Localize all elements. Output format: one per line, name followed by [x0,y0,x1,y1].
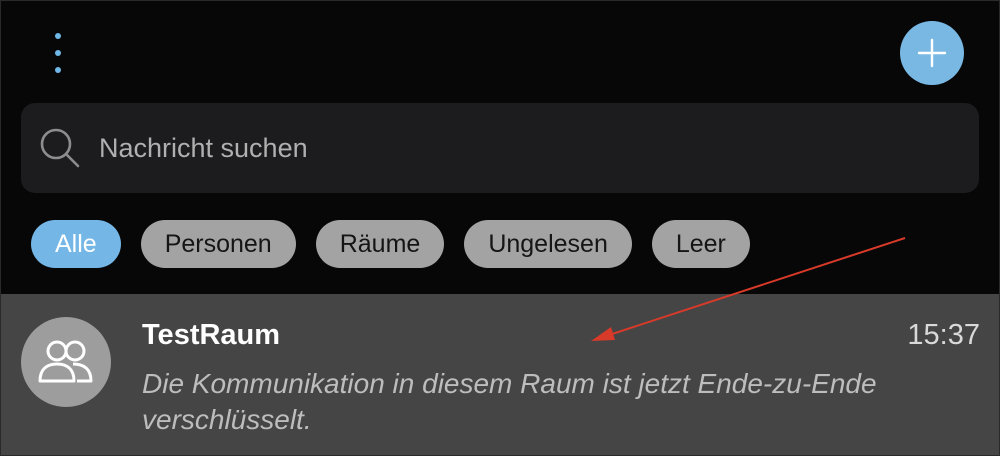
search-input[interactable] [97,131,901,165]
room-name: TestRaum [142,319,281,351]
people-icon [38,340,93,383]
search-icon [40,128,80,168]
add-button[interactable] [900,21,964,85]
menu-dot [55,33,61,39]
filter-chip-ungelesen[interactable]: Ungelesen [464,220,632,268]
room-avatar [21,317,111,407]
filter-chip-alle[interactable]: Alle [31,220,121,268]
menu-dot [55,67,61,73]
more-options-button[interactable] [45,31,71,75]
app-window: Alle Personen Räume Ungelesen Leer TestR… [0,0,1000,456]
filter-chip-leer[interactable]: Leer [651,220,750,268]
room-last-message: Die Kommunikation in diesem Raum ist jet… [142,368,877,435]
plus-icon [917,38,947,68]
room-timestamp: 15:37 [907,319,980,351]
search-bar[interactable] [21,103,979,193]
filter-chip-raeume[interactable]: Räume [315,220,445,268]
room-list-item[interactable]: TestRaum 15:37 Die Kommunikation in dies… [1,294,999,455]
filter-chip-personen[interactable]: Personen [140,220,296,268]
filter-chips: Alle Personen Räume Ungelesen Leer [31,220,750,268]
menu-dot [55,50,61,56]
